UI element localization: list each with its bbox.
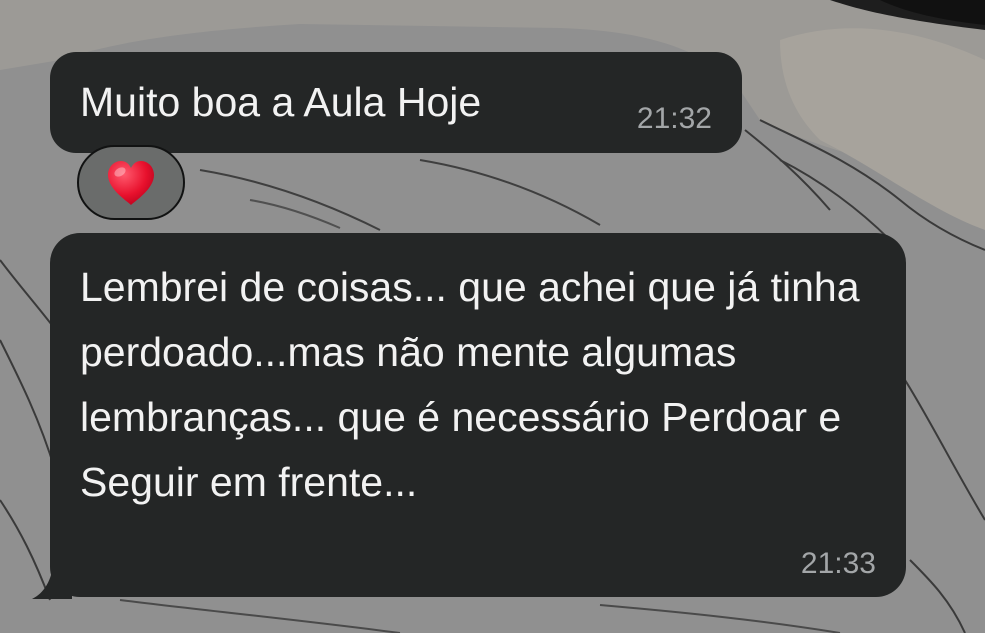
message-timestamp: 21:33: [800, 547, 876, 580]
heart-emoji-icon: [108, 160, 154, 205]
message-text: Muito boa a Aula Hoje: [80, 79, 482, 125]
reaction-badge[interactable]: [77, 145, 185, 220]
bubble-tail: [32, 559, 72, 599]
message-text: Lembrei de coisas... que achei que já ti…: [80, 264, 860, 505]
chat-area: Muito boa a Aula Hoje 21:32 Lembrei de c…: [0, 0, 985, 633]
message-bubble-1[interactable]: Muito boa a Aula Hoje 21:32: [50, 52, 742, 153]
message-bubble-2[interactable]: Lembrei de coisas... que achei que já ti…: [32, 233, 906, 599]
message-timestamp: 21:32: [636, 102, 712, 135]
